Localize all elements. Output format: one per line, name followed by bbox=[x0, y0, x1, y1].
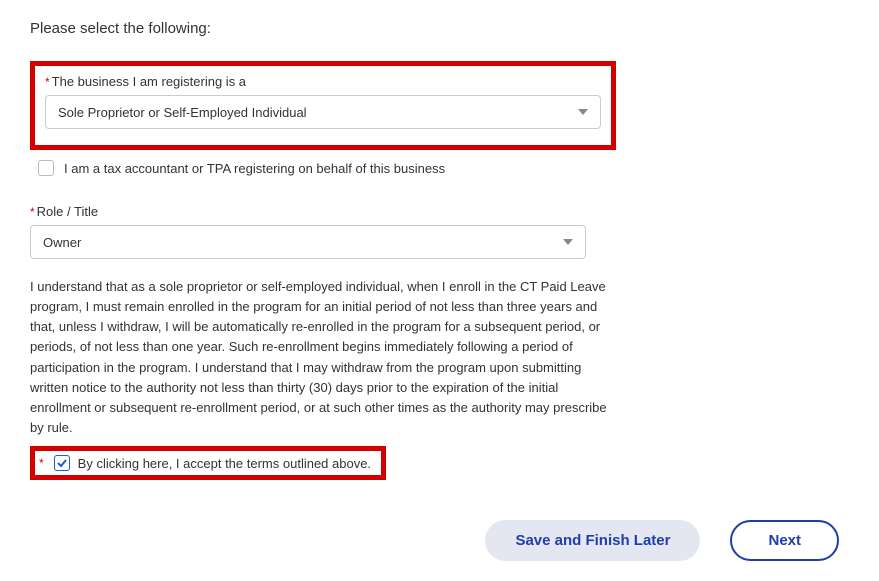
business-type-label: *The business I am registering is a bbox=[45, 74, 601, 89]
footer-buttons: Save and Finish Later Next bbox=[30, 520, 849, 561]
accept-checkbox-label: By clicking here, I accept the terms out… bbox=[78, 456, 371, 471]
save-finish-later-button[interactable]: Save and Finish Later bbox=[485, 520, 700, 561]
role-selected: Owner bbox=[43, 235, 81, 250]
required-mark: * bbox=[45, 75, 50, 89]
tpa-checkbox-label: I am a tax accountant or TPA registering… bbox=[64, 161, 445, 176]
accept-highlight: * By clicking here, I accept the terms o… bbox=[30, 446, 386, 480]
business-type-label-text: The business I am registering is a bbox=[52, 74, 246, 89]
next-button[interactable]: Next bbox=[730, 520, 839, 561]
tpa-checkbox[interactable] bbox=[38, 160, 54, 176]
role-label: *Role / Title bbox=[30, 204, 586, 219]
role-select[interactable]: Owner bbox=[30, 225, 586, 259]
chevron-down-icon bbox=[563, 239, 573, 245]
role-label-text: Role / Title bbox=[37, 204, 98, 219]
business-type-select[interactable]: Sole Proprietor or Self-Employed Individ… bbox=[45, 95, 601, 129]
tpa-checkbox-row[interactable]: I am a tax accountant or TPA registering… bbox=[38, 160, 849, 176]
chevron-down-icon bbox=[578, 109, 588, 115]
accept-checkbox[interactable] bbox=[54, 455, 70, 471]
business-type-highlight: *The business I am registering is a Sole… bbox=[30, 61, 616, 150]
business-type-selected: Sole Proprietor or Self-Employed Individ… bbox=[58, 105, 307, 120]
required-mark: * bbox=[30, 205, 35, 219]
page-prompt: Please select the following: bbox=[30, 20, 849, 37]
required-mark: * bbox=[39, 456, 44, 470]
terms-text: I understand that as a sole proprietor o… bbox=[30, 277, 620, 438]
